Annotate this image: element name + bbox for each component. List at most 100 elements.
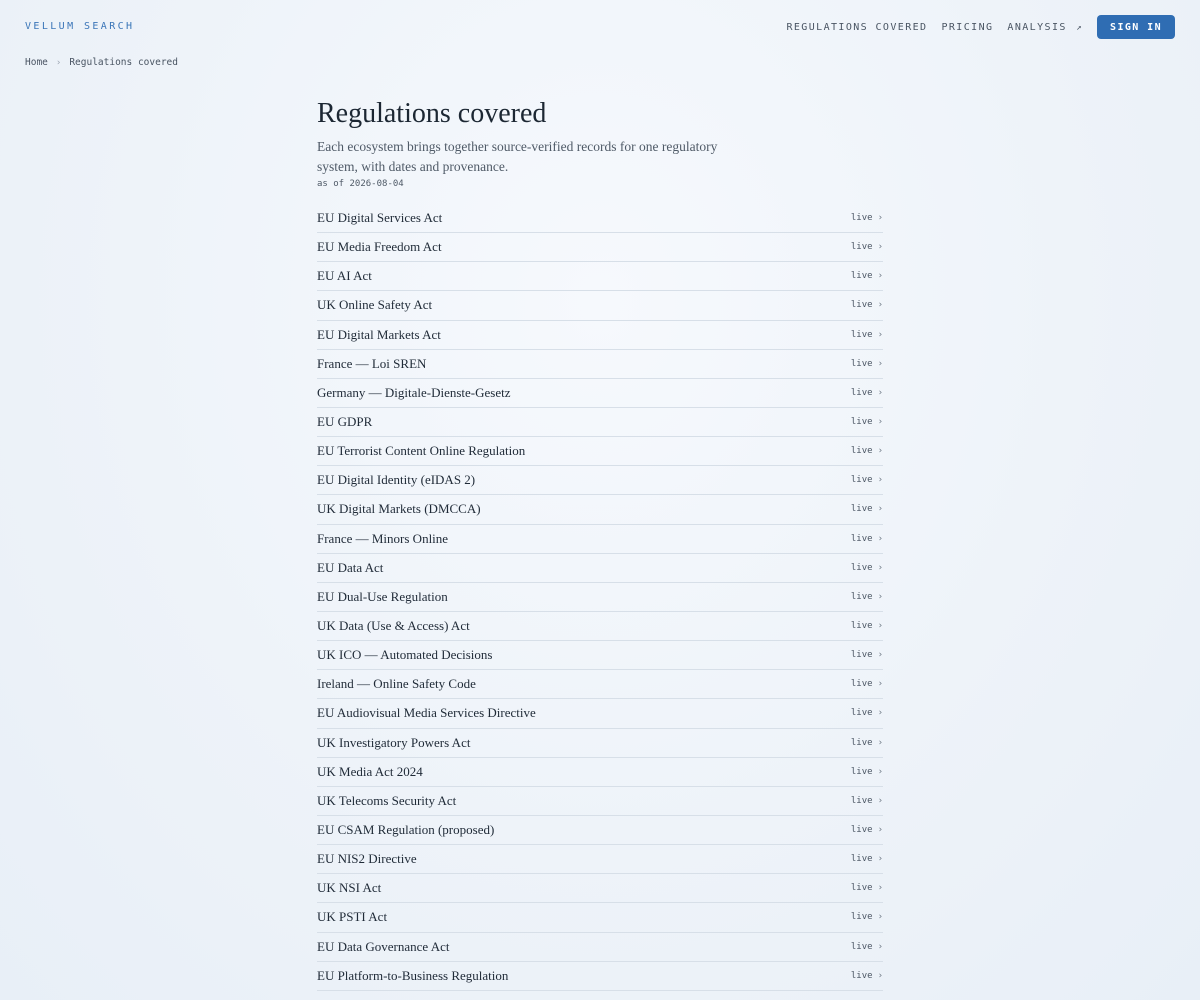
external-link-icon: ↗ [1076, 22, 1084, 33]
regulation-row[interactable]: EU Data Governance Act live › [317, 933, 883, 962]
regulation-name: France — Loi SREN [317, 355, 427, 371]
status-label: live [850, 562, 873, 573]
regulation-row[interactable]: UK Online Safety Act live › [317, 291, 883, 321]
regulation-row[interactable]: UK NSI Act live › [317, 874, 883, 904]
chevron-right-icon: › [877, 562, 883, 573]
status-badge: live › [851, 388, 883, 398]
regulation-row[interactable]: UK Data (Use & Access) Act live › [317, 612, 883, 642]
regulation-name: EU AI Act [317, 268, 372, 284]
status-badge: live › [851, 883, 883, 893]
breadcrumb-home[interactable]: Home [25, 57, 48, 68]
regulation-name: UK Data (Use & Access) Act [317, 618, 470, 634]
status-label: live [850, 883, 873, 894]
status-label: live [850, 475, 873, 486]
status-badge: live › [851, 825, 883, 835]
breadcrumb-current: Regulations covered [69, 57, 178, 68]
status-label: live [850, 213, 873, 224]
status-badge: live › [851, 504, 883, 514]
regulation-row[interactable]: EU Media Freedom Act live › [317, 233, 883, 263]
regulation-row[interactable]: UK Digital Markets (DMCCA) live › [317, 495, 883, 525]
regulation-row[interactable]: UK PSTI Act live › [317, 903, 883, 933]
status-label: live [850, 300, 873, 311]
chevron-right-icon: › [877, 970, 883, 981]
regulation-row[interactable]: EU Audiovisual Media Services Directive l… [317, 699, 883, 729]
status-label: live [850, 591, 873, 602]
status-badge: live › [851, 563, 883, 573]
main-nav: REGULATIONS COVERED PRICING ANALYSIS ↗ S… [786, 15, 1175, 39]
chevron-right-icon: › [877, 358, 883, 369]
status-badge: live › [851, 417, 883, 427]
status-label: live [850, 912, 873, 923]
chevron-right-icon: › [877, 621, 883, 632]
regulation-row[interactable]: EU Digital Services Act live › [317, 204, 883, 234]
status-label: live [850, 417, 873, 428]
regulation-row[interactable]: EU GDPR live › [317, 408, 883, 438]
regulation-row[interactable]: EU Platform-to-Business Regulation live › [317, 962, 883, 991]
regulation-row[interactable]: France — Loi SREN live › [317, 350, 883, 379]
chevron-right-icon: › [877, 854, 883, 865]
regulations-list: EU Digital Services Act live › EU Media Fre… [317, 204, 883, 991]
status-label: live [850, 825, 873, 836]
status-label: live [850, 650, 873, 661]
regulation-row[interactable]: EU Digital Markets Act live › [317, 321, 883, 350]
status-badge: live › [851, 650, 883, 660]
status-badge: live › [851, 300, 883, 310]
regulation-row[interactable]: EU CSAM Regulation (proposed) live › [317, 816, 883, 846]
status-badge: live › [851, 854, 883, 864]
regulation-row[interactable]: UK ICO — Automated Decisions live › [317, 641, 883, 671]
regulation-name: EU Digital Services Act [317, 210, 443, 226]
regulation-row[interactable]: UK Media Act 2024 live › [317, 758, 883, 787]
regulation-row[interactable]: EU Terrorist Content Online Regulation li… [317, 437, 883, 467]
regulation-name: EU Digital Markets Act [317, 326, 441, 342]
regulation-row[interactable]: UK Investigatory Powers Act live › [317, 729, 883, 758]
nav-pricing[interactable]: PRICING [941, 22, 993, 33]
regulation-row[interactable]: Ireland — Online Safety Code live › [317, 670, 883, 700]
status-badge: live › [851, 679, 883, 689]
chevron-right-icon: › [877, 708, 883, 719]
chevron-right-icon: › [877, 300, 883, 311]
regulation-name: UK NSI Act [317, 880, 382, 896]
status-badge: live › [851, 271, 883, 281]
brand-logo-link[interactable]: VELLUM SEARCH [25, 21, 134, 32]
regulation-name: EU Audiovisual Media Services Directive [317, 705, 536, 721]
status-badge: live › [851, 621, 883, 631]
regulation-row[interactable]: EU Dual-Use Regulation live › [317, 583, 883, 612]
chevron-right-icon: › [877, 650, 883, 661]
regulation-row[interactable]: EU Data Act live › [317, 554, 883, 583]
chevron-right-icon: › [877, 795, 883, 806]
sign-in-button[interactable]: SIGN IN [1097, 15, 1175, 39]
status-badge: live › [851, 213, 883, 223]
chevron-right-icon: › [877, 213, 883, 224]
status-label: live [850, 271, 873, 282]
regulation-row[interactable]: EU NIS2 Directive live › [317, 845, 883, 875]
regulation-name: EU CSAM Regulation (proposed) [317, 822, 495, 838]
status-badge: live › [851, 796, 883, 806]
regulation-name: UK Digital Markets (DMCCA) [317, 501, 481, 517]
nav-regulations-covered[interactable]: REGULATIONS COVERED [786, 22, 927, 33]
regulation-row[interactable]: Germany — Digitale-Dienste-Gesetz live › [317, 379, 883, 408]
status-label: live [850, 970, 873, 981]
regulation-name: Germany — Digitale-Dienste-Gesetz [317, 384, 511, 400]
chevron-right-icon: › [877, 766, 883, 777]
status-badge: live › [851, 359, 883, 369]
breadcrumb: Home › Regulations covered [25, 57, 178, 68]
status-label: live [850, 358, 873, 369]
chevron-right-icon: › [877, 417, 883, 428]
regulation-name: UK Investigatory Powers Act [317, 734, 471, 750]
regulation-row[interactable]: EU AI Act live › [317, 262, 883, 292]
regulation-name: EU Data Governance Act [317, 938, 450, 954]
status-label: live [850, 941, 873, 952]
top-bar: VELLUM SEARCH REGULATIONS COVERED PRICIN… [0, 0, 1200, 54]
regulation-row[interactable]: EU Digital Identity (eIDAS 2) live › [317, 466, 883, 496]
nav-analysis-label: ANALYSIS [1007, 21, 1067, 33]
status-label: live [850, 504, 873, 515]
chevron-right-icon: › [877, 679, 883, 690]
status-label: live [850, 329, 873, 340]
regulation-row[interactable]: France — Minors Online live › [317, 525, 883, 554]
status-badge: live › [851, 475, 883, 485]
nav-analysis[interactable]: ANALYSIS ↗ [1007, 22, 1083, 33]
status-label: live [850, 679, 873, 690]
regulation-name: France — Minors Online [317, 530, 449, 546]
regulation-row[interactable]: UK Telecoms Security Act live › [317, 787, 883, 816]
regulation-name: EU Data Act [317, 559, 384, 575]
